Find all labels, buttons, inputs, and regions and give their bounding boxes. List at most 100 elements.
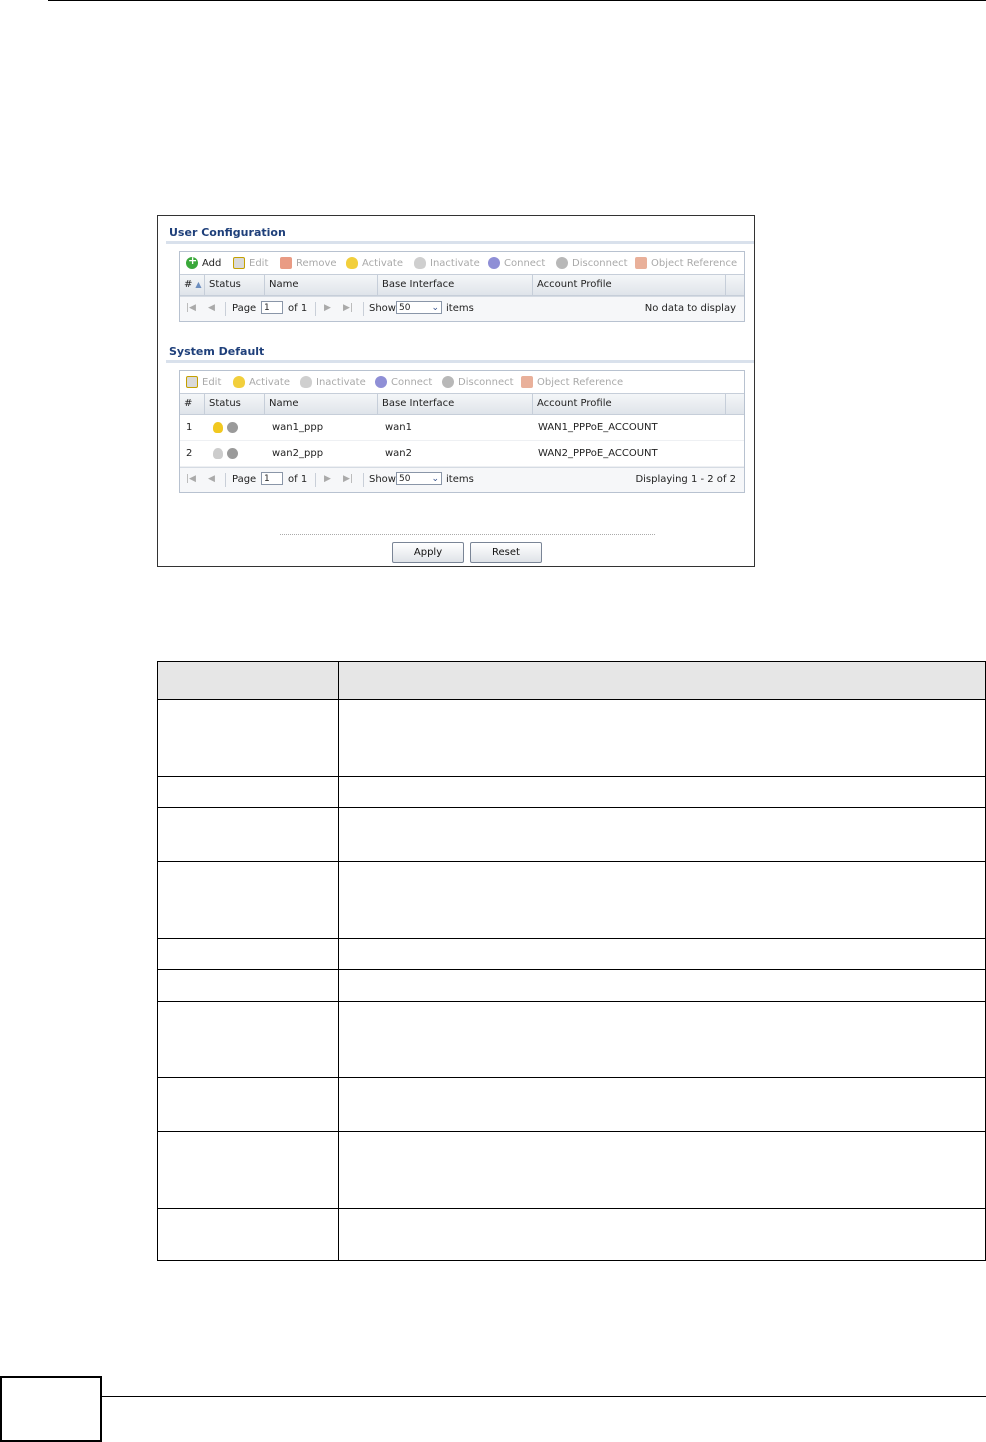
first-page-icon[interactable]: |◀ [186,303,196,313]
status-cell [209,441,242,466]
lightbulb-off-icon [300,376,312,388]
add-button[interactable]: Add [186,254,221,269]
column-base-interface[interactable]: Base Interface [378,394,533,414]
table-row [157,969,986,1002]
reset-button[interactable]: Reset [470,542,542,563]
ppp-interface-screen: User Configuration Add Edit Remove Activ… [157,215,755,567]
object-reference-icon [635,257,647,269]
prev-page-icon[interactable]: ◀ [208,474,215,484]
column-name[interactable]: Name [265,394,378,414]
column-status[interactable]: Status [205,275,265,295]
column-num[interactable]: # [180,394,205,414]
edit-button[interactable]: Edit [186,376,221,388]
object-reference-button[interactable]: Object Reference [635,257,737,269]
table-row [157,938,986,970]
section-divider [166,360,754,363]
system-default-panel: Edit Activate Inactivate Connect Disconn… [179,370,745,493]
items-per-page-select[interactable]: 50 ⌄ [396,301,442,314]
column-name[interactable]: Name [265,275,378,295]
table-row [157,1077,986,1132]
table-row [157,1001,986,1078]
page-header-rule [48,0,986,1]
object-reference-button[interactable]: Object Reference [521,376,623,388]
connection-status-icon [227,447,238,459]
apply-button[interactable]: Apply [392,542,464,563]
pager-status: No data to display [644,303,736,314]
last-page-icon[interactable]: ▶| [343,474,353,484]
disconnect-icon [556,257,568,269]
edit-icon [186,376,198,388]
column-account-profile[interactable]: Account Profile [533,394,726,414]
table-row [157,699,986,777]
disconnect-button[interactable]: Disconnect [442,376,514,388]
field-description-table [157,661,986,1261]
system-default-table-header: # Status Name Base Interface Account Pro… [180,393,744,415]
connect-icon [488,257,500,269]
items-label: items [446,474,474,485]
system-default-pager: |◀ ◀ Page 1 of 1 ▶ ▶| Show 50 ⌄ items Dis… [180,467,744,492]
first-page-icon[interactable]: |◀ [186,474,196,484]
user-config-toolbar: Add Edit Remove Activate Inactivate Conn… [180,252,744,274]
remove-button[interactable]: Remove [280,257,337,269]
chevron-down-icon: ⌄ [431,474,439,484]
page-input[interactable]: 1 [261,301,283,314]
add-icon [186,254,198,269]
table-row [157,1131,986,1209]
inactivate-button[interactable]: Inactivate [414,257,480,269]
user-configuration-panel: Add Edit Remove Activate Inactivate Conn… [179,251,745,322]
edit-icon [233,257,245,269]
page-count: of 1 [288,474,308,485]
base-interface-cell: wan1 [385,422,413,433]
table-row [157,1208,986,1261]
system-default-toolbar: Edit Activate Inactivate Connect Disconn… [180,371,744,393]
prev-page-icon[interactable]: ◀ [208,303,215,313]
row-number: 1 [186,422,193,433]
next-page-icon[interactable]: ▶ [324,474,331,484]
page-footer-rule [100,1396,986,1397]
system-default-title: System Default [169,345,265,358]
lightbulb-on-icon [233,376,245,388]
table-row [157,776,986,808]
base-interface-cell: wan2 [385,448,413,459]
inactivate-button[interactable]: Inactivate [300,376,366,388]
connection-status-icon [227,421,238,433]
next-page-icon[interactable]: ▶ [324,303,331,313]
show-label: Show [369,474,396,485]
page-number-box [0,1376,102,1442]
connect-button[interactable]: Connect [375,376,432,388]
column-num[interactable]: # ▲ [180,275,205,295]
page-input[interactable]: 1 [261,472,283,485]
user-config-pager: |◀ ◀ Page 1 of 1 ▶ ▶| Show 50 ⌄ items No … [180,296,744,321]
button-divider [280,534,655,535]
disconnect-icon [442,376,454,388]
page-label: Page [232,303,257,314]
account-profile-cell: WAN2_PPPoE_ACCOUNT [538,448,658,459]
table-row[interactable]: 2 wan2_ppp wan2 WAN2_PPPoE_ACCOUNT [180,441,744,467]
table-row [157,861,986,939]
connect-button[interactable]: Connect [488,257,545,269]
column-base-interface[interactable]: Base Interface [378,275,533,295]
user-config-table-header: # ▲ Status Name Base Interface Account Pr… [180,274,744,296]
column-status[interactable]: Status [205,394,265,414]
name-cell: wan2_ppp [272,448,324,459]
lightbulb-on-icon [213,421,223,433]
disconnect-button[interactable]: Disconnect [556,257,628,269]
section-divider [166,241,754,244]
table-row [157,807,986,862]
pager-status: Displaying 1 - 2 of 2 [635,474,736,485]
page-label: Page [232,474,257,485]
activate-button[interactable]: Activate [233,376,290,388]
items-per-page-select[interactable]: 50 ⌄ [396,472,442,485]
connect-icon [375,376,387,388]
activate-button[interactable]: Activate [346,257,403,269]
account-profile-cell: WAN1_PPPoE_ACCOUNT [538,422,658,433]
table-row[interactable]: 1 wan1_ppp wan1 WAN1_PPPoE_ACCOUNT [180,415,744,441]
chevron-down-icon: ⌄ [431,303,439,313]
edit-button[interactable]: Edit [233,257,268,269]
table-header-row [157,661,986,700]
show-label: Show [369,303,396,314]
column-account-profile[interactable]: Account Profile [533,275,726,295]
page-count: of 1 [288,303,308,314]
lightbulb-off-icon [213,447,223,459]
last-page-icon[interactable]: ▶| [343,303,353,313]
